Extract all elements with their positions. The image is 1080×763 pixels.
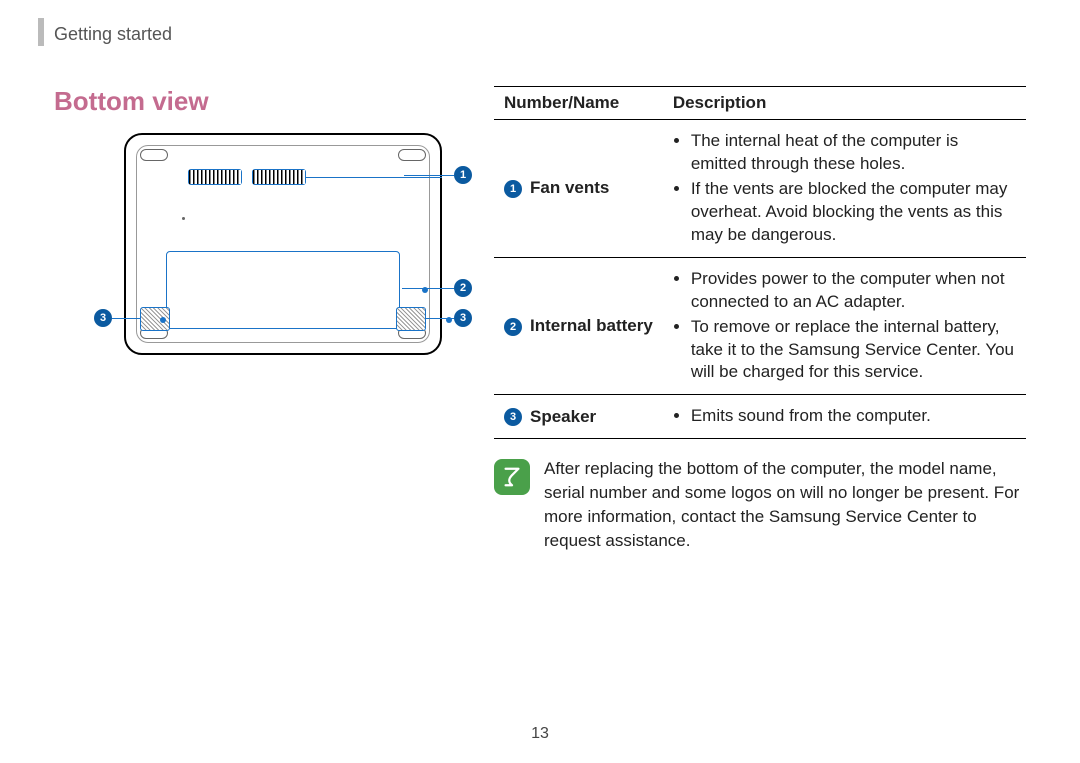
screw-hole [182, 217, 185, 220]
note-block: After replacing the bottom of the comput… [494, 457, 1026, 552]
section-title: Bottom view [54, 86, 470, 117]
bullet-text: If the vents are blocked the computer ma… [691, 178, 1016, 247]
row-description: Provides power to the computer when not … [663, 257, 1026, 395]
page-number: 13 [0, 725, 1080, 743]
leader-line [306, 177, 442, 178]
part-name: Fan vents [530, 178, 609, 197]
internal-battery-outline [166, 251, 400, 329]
leader-line [402, 288, 454, 289]
bullet-text: Emits sound from the computer. [691, 405, 1016, 428]
table-header-description: Description [663, 87, 1026, 120]
fan-vent [252, 169, 306, 185]
number-badge: 3 [504, 408, 522, 426]
leader-line [404, 175, 454, 176]
row-label: 3 Speaker [494, 395, 663, 439]
table-row: 1 Fan vents The internal heat of the comp… [494, 120, 1026, 258]
left-column: Bottom view [54, 86, 494, 553]
bottom-view-diagram: 1 2 3 3 [104, 133, 484, 373]
rubber-foot [140, 149, 168, 161]
leader-dot [446, 317, 452, 323]
table-header-number-name: Number/Name [494, 87, 663, 120]
header-accent [38, 18, 44, 46]
breadcrumb: Getting started [54, 24, 172, 45]
row-label: 1 Fan vents [494, 120, 663, 258]
note-text: After replacing the bottom of the comput… [544, 457, 1026, 552]
note-icon [494, 459, 530, 495]
part-name: Internal battery [530, 316, 653, 335]
parts-table: Number/Name Description 1 Fan vents The i… [494, 86, 1026, 439]
number-badge: 2 [504, 318, 522, 336]
leader-dot [422, 287, 428, 293]
part-name: Speaker [530, 407, 596, 426]
table-row: 2 Internal battery Provides power to the … [494, 257, 1026, 395]
number-badge: 1 [504, 180, 522, 198]
leader-dot [160, 317, 166, 323]
row-label: 2 Internal battery [494, 257, 663, 395]
bullet-text: The internal heat of the computer is emi… [691, 130, 1016, 176]
rubber-foot [398, 149, 426, 161]
callout-badge-3: 3 [94, 309, 112, 327]
page-content: Bottom view [54, 86, 1026, 553]
row-description: Emits sound from the computer. [663, 395, 1026, 439]
callout-badge-1: 1 [454, 166, 472, 184]
table-row: 3 Speaker Emits sound from the computer. [494, 395, 1026, 439]
leader-line [112, 318, 140, 319]
fan-vent [188, 169, 242, 185]
row-description: The internal heat of the computer is emi… [663, 120, 1026, 258]
bullet-text: To remove or replace the internal batter… [691, 316, 1016, 385]
right-column: Number/Name Description 1 Fan vents The i… [494, 86, 1026, 553]
laptop-bottom-outline [124, 133, 442, 355]
bullet-text: Provides power to the computer when not … [691, 268, 1016, 314]
callout-badge-2: 2 [454, 279, 472, 297]
speaker-grille [396, 307, 426, 331]
callout-badge-3: 3 [454, 309, 472, 327]
